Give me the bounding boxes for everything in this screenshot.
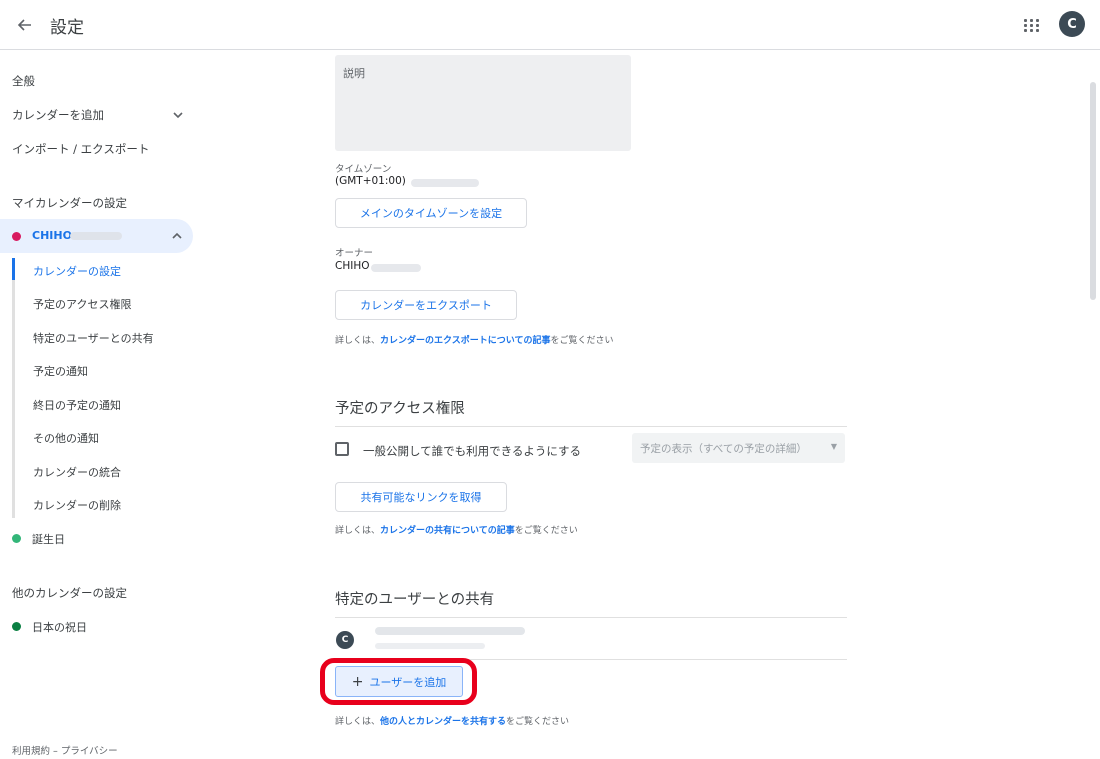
visibility-select-value: 予定の表示（すべての予定の詳細） xyxy=(640,442,807,455)
sidebar-sub-calendar-settings[interactable]: カレンダーの設定 xyxy=(33,263,121,279)
chevron-up-icon[interactable] xyxy=(172,232,182,239)
calendar-name: CHIHO xyxy=(32,229,72,242)
sidebar-sub-allday-notifications[interactable]: 終日の予定の通知 xyxy=(33,397,121,413)
sidebar-sub-integrate-calendar[interactable]: カレンダーの統合 xyxy=(33,464,121,480)
scrollbar-thumb[interactable] xyxy=(1090,82,1096,300)
public-checkbox[interactable] xyxy=(335,442,349,456)
add-user-button-label: ユーザーを追加 xyxy=(369,675,447,689)
export-calendar-button[interactable]: カレンダーをエクスポート xyxy=(335,290,517,320)
set-main-timezone-button[interactable]: メインのタイムゾーンを設定 xyxy=(335,198,527,228)
chevron-down-icon[interactable] xyxy=(173,112,183,119)
shared-user-avatar: C xyxy=(336,631,354,649)
redacted-text xyxy=(375,643,485,649)
section-divider xyxy=(335,426,847,427)
sidebar-item-birthdays[interactable]: 誕生日 xyxy=(32,531,65,547)
footer-links: 利用規約 – プライバシー xyxy=(12,743,118,757)
sidebar-sub-other-notifications[interactable]: その他の通知 xyxy=(33,430,99,446)
sidebar-item-add-calendar[interactable]: カレンダーを追加 xyxy=(12,103,104,127)
timezone-label: タイムゾーン xyxy=(335,164,392,175)
get-shareable-link-button[interactable]: 共有可能なリンクを取得 xyxy=(335,482,507,512)
section-divider xyxy=(335,617,847,618)
sub-nav-active-indicator xyxy=(12,258,15,280)
add-user-help-link[interactable]: 他の人とカレンダーを共有する xyxy=(380,717,506,727)
sidebar-sub-access-permissions[interactable]: 予定のアクセス権限 xyxy=(33,296,131,312)
share-with-users-heading: 特定のユーザーとの共有 xyxy=(335,592,495,608)
privacy-link[interactable]: プライバシー xyxy=(61,746,118,757)
calendar-color-dot xyxy=(12,232,21,241)
share-help-text: 詳しくは、カレンダーの共有についての記事をご覧ください xyxy=(335,526,578,536)
description-field[interactable]: 説明 xyxy=(335,55,631,151)
timezone-value: (GMT+01:00) xyxy=(335,175,406,187)
app-header: 設定 C xyxy=(0,0,1100,50)
sidebar-item-general[interactable]: 全般 xyxy=(12,69,35,93)
public-checkbox-label: 一般公開して誰でも利用できるようにする xyxy=(363,444,582,458)
redacted-text xyxy=(375,627,525,635)
export-help-link[interactable]: カレンダーのエクスポートについての記事 xyxy=(380,336,550,346)
apps-grid-icon xyxy=(1024,18,1027,22)
owner-label: オーナー xyxy=(335,248,374,259)
section-divider xyxy=(335,659,847,660)
sidebar-sub-remove-calendar[interactable]: カレンダーの削除 xyxy=(33,497,121,513)
export-help-text: 詳しくは、カレンダーのエクスポートについての記事をご覧ください xyxy=(335,336,614,346)
other-calendars-heading: 他のカレンダーの設定 xyxy=(12,586,127,600)
plus-icon: + xyxy=(351,673,364,690)
sidebar-sub-share-with-users[interactable]: 特定のユーザーとの共有 xyxy=(33,330,154,346)
apps-grid-button[interactable] xyxy=(1018,11,1046,39)
terms-link[interactable]: 利用規約 xyxy=(12,746,50,757)
account-avatar[interactable]: C xyxy=(1059,11,1085,37)
sub-nav-rail xyxy=(12,258,15,518)
access-permissions-heading: 予定のアクセス権限 xyxy=(335,401,465,417)
redacted-text xyxy=(70,232,122,240)
back-button[interactable] xyxy=(10,10,40,40)
sidebar-item-label: カレンダーを追加 xyxy=(12,108,104,122)
birthday-color-dot xyxy=(12,534,21,543)
sidebar-item-japan-holidays[interactable]: 日本の祝日 xyxy=(32,619,87,635)
holiday-color-dot xyxy=(12,622,21,631)
redacted-text xyxy=(411,179,479,187)
arrow-left-icon xyxy=(17,19,31,31)
sidebar-item-import-export[interactable]: インポート / エクスポート xyxy=(12,137,149,161)
visibility-select[interactable]: 予定の表示（すべての予定の詳細） ▼ xyxy=(632,433,845,463)
sidebar-item-my-calendar[interactable]: CHIHO xyxy=(0,219,193,253)
share-help-link[interactable]: カレンダーの共有についての記事 xyxy=(380,526,515,536)
caret-down-icon: ▼ xyxy=(830,442,837,451)
owner-value: CHIHO xyxy=(335,260,370,272)
add-user-button[interactable]: + ユーザーを追加 xyxy=(335,666,463,697)
redacted-text xyxy=(371,264,421,272)
my-calendars-heading: マイカレンダーの設定 xyxy=(12,196,127,210)
page-title: 設定 xyxy=(50,18,84,38)
add-user-help-text: 詳しくは、他の人とカレンダーを共有するをご覧ください xyxy=(335,717,570,727)
description-label: 説明 xyxy=(343,67,365,80)
footer-separator: – xyxy=(50,746,61,757)
sidebar-sub-event-notifications[interactable]: 予定の通知 xyxy=(33,363,88,379)
settings-sidebar: 全般 カレンダーを追加 インポート / エクスポート マイカレンダーの設定 CH… xyxy=(0,51,200,759)
